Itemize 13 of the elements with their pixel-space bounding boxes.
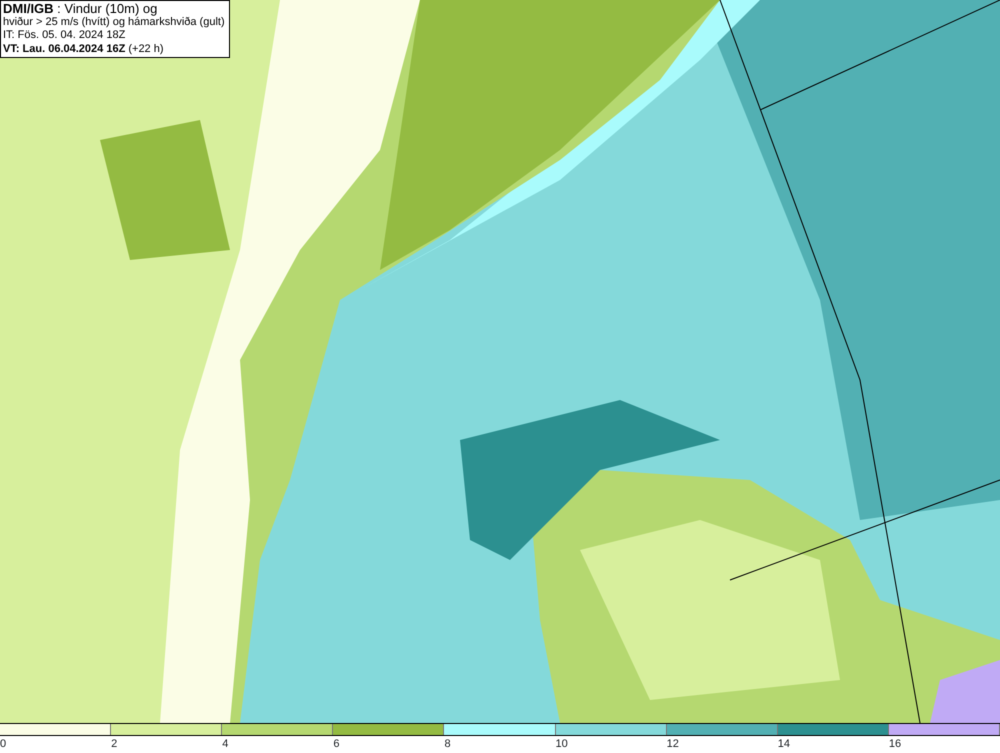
- scale-label: 14: [778, 738, 790, 750]
- map-title: DMI/IGB : Vindur (10m) og: [3, 2, 158, 16]
- map-caption: VT: Lau. 06.04.2024 16Z (+22 h): [3, 42, 165, 56]
- scale-label: 2: [111, 738, 118, 750]
- scale-label: 4: [222, 738, 228, 750]
- scale-label: 12: [666, 738, 679, 750]
- scale-label: 8: [444, 738, 451, 750]
- scale-label: 16: [888, 738, 902, 750]
- map-caption: hviður > 25 m/s (hvítt) og hámarkshviða (gult): [3, 16, 225, 29]
- scale-label: 10: [556, 738, 568, 750]
- scale-label: 6: [333, 738, 340, 750]
- map-caption: IT: Fös. 05. 04. 2024 18Z: [3, 29, 126, 42]
- scale-label: 0: [0, 738, 6, 750]
